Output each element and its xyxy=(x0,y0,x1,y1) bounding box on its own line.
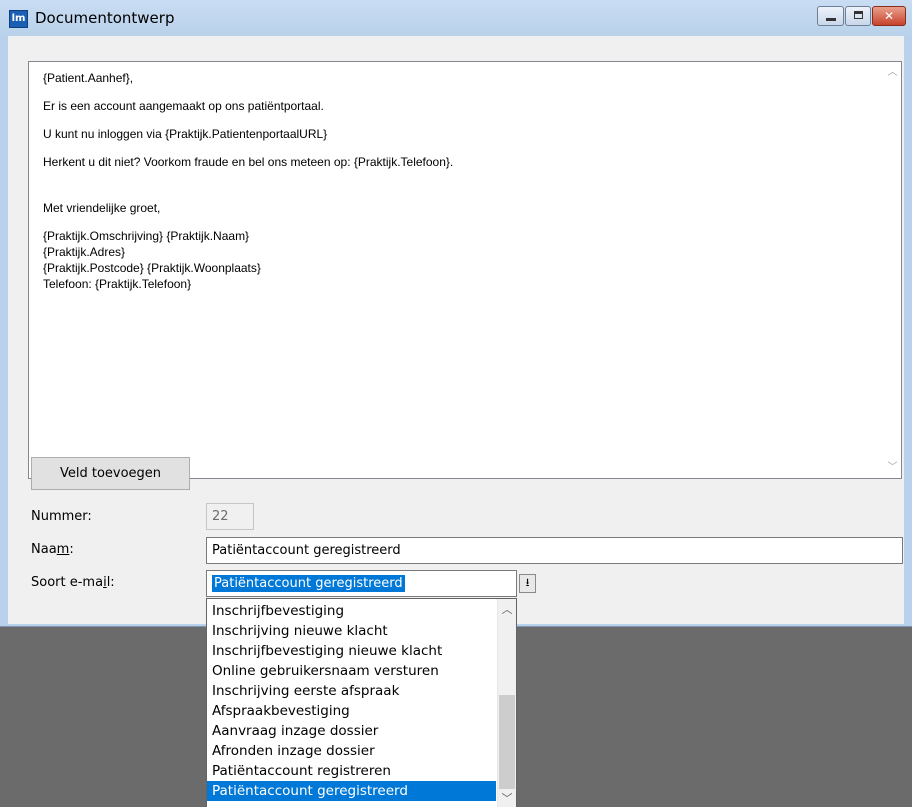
editor-scrollbar[interactable]: ︿ ﹀ xyxy=(884,62,901,478)
name-input[interactable]: Patiëntaccount geregistreerd xyxy=(206,537,903,564)
email-type-dropdown-list[interactable]: Inschrijfbevestiging Inschrijving nieuwe… xyxy=(206,598,517,807)
number-label: Nummer: xyxy=(31,509,92,524)
list-item[interactable]: Patiëntaccount registreren xyxy=(207,761,496,781)
list-item[interactable]: Aanvraag inzage dossier xyxy=(207,721,496,741)
maximize-icon xyxy=(854,11,863,19)
email-type-label-text: Soort e-ma xyxy=(31,575,104,590)
name-label-suffix: : xyxy=(69,542,74,557)
name-label: Naam: xyxy=(31,542,74,557)
body-line: Met vriendelijke groet, xyxy=(43,201,161,215)
scroll-down-icon[interactable]: ﹀ xyxy=(884,459,901,476)
document-design-window: lm Documentontwerp ✕ {Patient.Aanhef}, E… xyxy=(0,0,912,627)
close-icon: ✕ xyxy=(883,9,895,23)
body-line: {Patient.Aanhef}, xyxy=(43,71,134,85)
list-item-selected[interactable]: Patiëntaccount geregistreerd xyxy=(207,781,496,801)
body-line: {Praktijk.Adres} xyxy=(43,245,126,259)
scroll-up-icon[interactable]: ︿ xyxy=(884,64,901,81)
minimize-icon xyxy=(826,18,836,21)
list-item[interactable]: Online gebruikersnaam versturen xyxy=(207,661,496,681)
body-line: U kunt nu inloggen via {Praktijk.Patient… xyxy=(43,127,328,141)
scroll-down-icon[interactable]: ﹀ xyxy=(498,790,516,807)
body-line: Er is een account aangemaakt op ons pati… xyxy=(43,99,324,113)
name-label-text: Naa xyxy=(31,542,57,557)
list-item[interactable]: Inschrijfbevestiging nieuwe klacht xyxy=(207,641,496,661)
number-field: 22 xyxy=(206,503,254,530)
add-field-button[interactable]: Veld toevoegen xyxy=(31,457,190,490)
list-item[interactable]: Inschrijving nieuwe klacht xyxy=(207,621,496,641)
email-type-selected-value: Patiëntaccount geregistreerd xyxy=(212,575,405,592)
app-logo-icon: lm xyxy=(9,10,28,28)
body-line: Telefoon: {Praktijk.Telefoon} xyxy=(43,277,192,291)
dropdown-scrollbar[interactable]: ︿ ﹀ xyxy=(497,599,516,807)
maximize-button[interactable] xyxy=(845,6,871,26)
scrollbar-thumb[interactable] xyxy=(499,695,515,789)
minimize-button[interactable] xyxy=(817,6,844,26)
dropdown-arrow-icon[interactable]: ⭳ xyxy=(519,574,536,593)
email-body-editor[interactable]: {Patient.Aanhef}, Er is een account aang… xyxy=(28,61,902,479)
email-type-label: Soort e-mail: xyxy=(31,575,115,590)
list-item[interactable]: Afronden inzage dossier xyxy=(207,741,496,761)
body-line: {Praktijk.Omschrijving} {Praktijk.Naam} xyxy=(43,229,250,243)
list-item[interactable]: Inschrijving eerste afspraak xyxy=(207,681,496,701)
body-line: Herkent u dit niet? Voorkom fraude en be… xyxy=(43,155,454,169)
email-body-text[interactable]: {Patient.Aanhef}, Er is een account aang… xyxy=(43,70,453,292)
name-label-accesskey: m xyxy=(56,542,70,557)
list-item[interactable]: Inschrijfbevestiging xyxy=(207,601,496,621)
email-type-combobox[interactable]: Patiëntaccount geregistreerd xyxy=(206,570,517,597)
scroll-up-icon[interactable]: ︿ xyxy=(498,601,516,619)
list-item[interactable]: Afspraakbevestiging xyxy=(207,701,496,721)
title-bar[interactable]: lm Documentontwerp ✕ xyxy=(0,0,912,36)
body-line: {Praktijk.Postcode} {Praktijk.Woonplaats… xyxy=(43,261,261,275)
window-title: Documentontwerp xyxy=(35,9,175,27)
close-button[interactable]: ✕ xyxy=(872,6,906,26)
email-type-label-suffix: l: xyxy=(106,575,115,590)
window-client-area: {Patient.Aanhef}, Er is een account aang… xyxy=(8,36,904,624)
